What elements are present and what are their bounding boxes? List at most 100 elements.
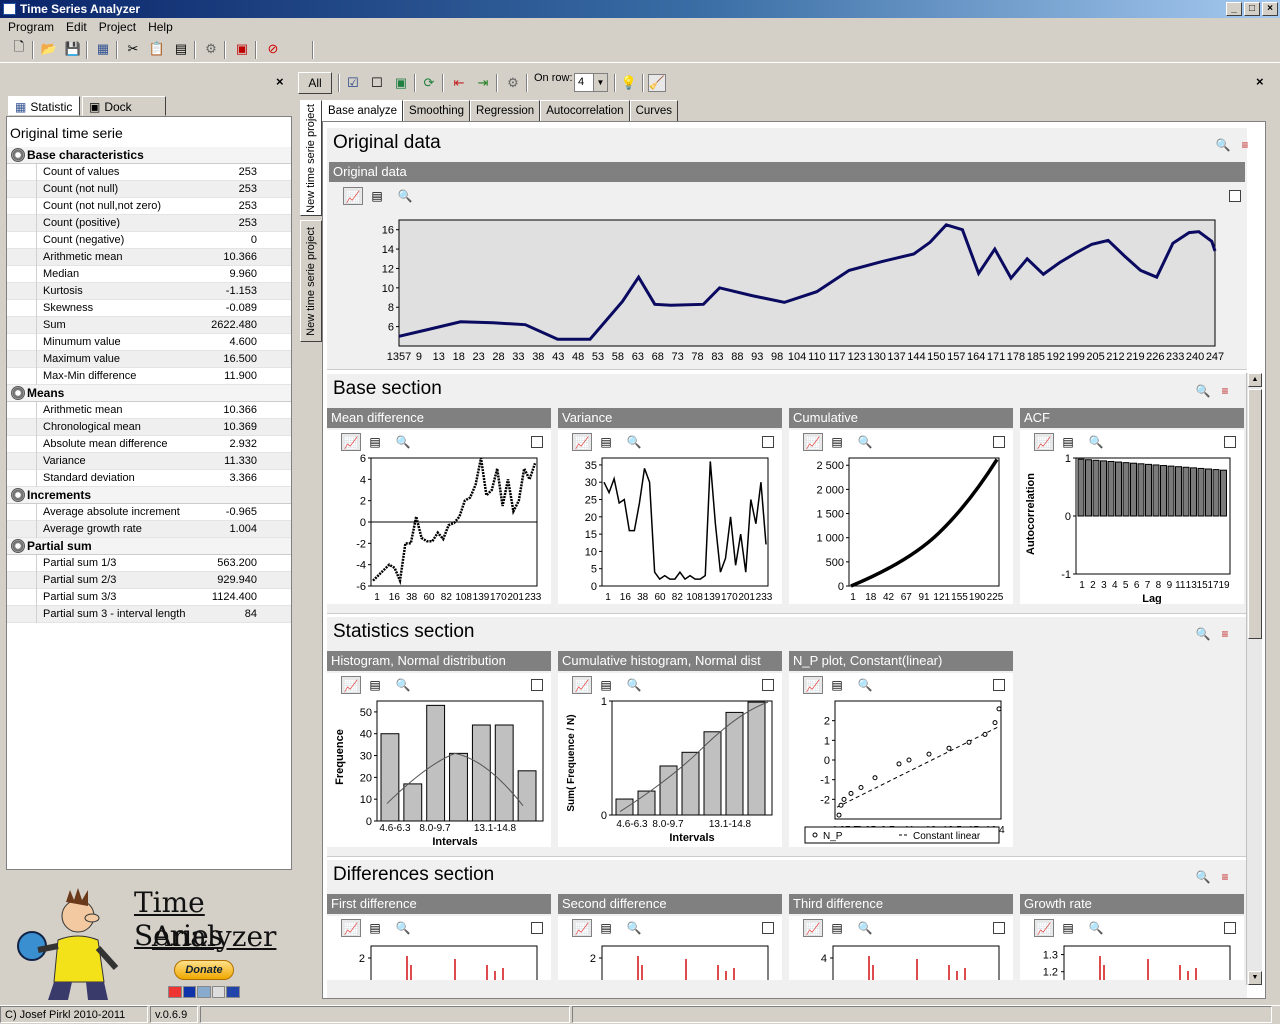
- all-button[interactable]: All: [298, 72, 332, 94]
- table-view-icon[interactable]: ▤: [827, 433, 847, 451]
- paste-icon[interactable]: ▤: [172, 40, 190, 58]
- scroll-thumb[interactable]: [1248, 389, 1262, 639]
- zoom-icon[interactable]: 🔍: [393, 433, 413, 451]
- section-menu-icon[interactable]: ≡: [1235, 136, 1255, 154]
- scroll-up-icon[interactable]: ▲: [1248, 373, 1262, 387]
- menu-program[interactable]: Program: [2, 18, 60, 36]
- new-file-icon[interactable]: 🗋: [10, 39, 28, 58]
- panel-checkbox[interactable]: [1224, 436, 1236, 448]
- cut-icon[interactable]: ✂: [124, 40, 142, 58]
- table-view-icon[interactable]: ▤: [596, 676, 616, 694]
- broom-icon[interactable]: 🧹: [648, 74, 666, 92]
- chevron-down-icon[interactable]: ▼: [593, 74, 607, 91]
- settings-icon[interactable]: ⚙: [504, 74, 522, 92]
- zoom-icon[interactable]: 🔍: [855, 919, 875, 937]
- table-view-icon[interactable]: ▤: [1058, 919, 1078, 937]
- tab-statistic[interactable]: ▦ Statistic: [8, 96, 80, 116]
- stat-section-header[interactable]: Base characteristics: [7, 147, 291, 164]
- scroll-down-icon[interactable]: ▼: [1248, 971, 1262, 985]
- chart-view-icon[interactable]: 📈: [341, 676, 361, 694]
- panel-checkbox[interactable]: [1229, 190, 1241, 202]
- uncheck-all-icon[interactable]: ☐: [368, 74, 386, 92]
- zoom-icon[interactable]: 🔍: [1086, 433, 1106, 451]
- panel-checkbox[interactable]: [762, 679, 774, 691]
- tab-dock-stack[interactable]: ▣ Dock stack: [82, 96, 166, 128]
- stat-section-header[interactable]: Partial sum: [7, 538, 291, 555]
- zoom-icon[interactable]: 🔍: [1193, 625, 1213, 643]
- table-view-icon[interactable]: ▤: [596, 919, 616, 937]
- table-view-icon[interactable]: ▤: [367, 187, 387, 205]
- stat-section-header[interactable]: Means: [7, 385, 291, 402]
- chart-view-icon[interactable]: 📈: [343, 187, 363, 205]
- table-view-icon[interactable]: ▤: [827, 919, 847, 937]
- close-left-panel-icon[interactable]: ×: [276, 74, 284, 89]
- chart-view-icon[interactable]: 📈: [341, 919, 361, 937]
- save-icon[interactable]: 💾: [64, 40, 82, 58]
- section-menu-icon[interactable]: ≡: [1215, 382, 1235, 400]
- stat-section-header[interactable]: Increments: [7, 487, 291, 504]
- vtab-project-1[interactable]: New time serie project: [300, 100, 322, 216]
- zoom-icon[interactable]: 🔍: [855, 676, 875, 694]
- chart-view-icon[interactable]: 📈: [572, 919, 592, 937]
- chart-view-icon[interactable]: 📈: [803, 433, 823, 451]
- check-all-icon[interactable]: ☑: [344, 74, 362, 92]
- chart-view-icon[interactable]: 📈: [803, 676, 823, 694]
- panel-checkbox[interactable]: [1224, 922, 1236, 934]
- section-menu-icon[interactable]: ≡: [1215, 625, 1235, 643]
- zoom-icon[interactable]: 🔍: [393, 676, 413, 694]
- content-scrollbar[interactable]: ▲ ▼: [1246, 373, 1262, 985]
- zoom-icon[interactable]: 🔍: [395, 187, 415, 205]
- zoom-icon[interactable]: 🔍: [624, 919, 644, 937]
- table-view-icon[interactable]: ▤: [365, 433, 385, 451]
- chart-view-icon[interactable]: 📈: [1034, 433, 1054, 451]
- panel-checkbox[interactable]: [531, 436, 543, 448]
- vtab-project-2[interactable]: New time serie project: [300, 220, 322, 342]
- zoom-icon[interactable]: 🔍: [1193, 382, 1213, 400]
- chart-view-icon[interactable]: 📈: [572, 433, 592, 451]
- menu-project[interactable]: Project: [93, 18, 142, 36]
- maximize-button[interactable]: □: [1244, 2, 1260, 16]
- section-menu-icon[interactable]: ≡: [1215, 868, 1235, 886]
- tab-regression[interactable]: Regression: [470, 100, 541, 122]
- panel-checkbox[interactable]: [762, 922, 774, 934]
- settings-icon[interactable]: ⚙: [202, 40, 220, 58]
- table-view-icon[interactable]: ▤: [596, 433, 616, 451]
- open-folder-icon[interactable]: 📂: [40, 40, 58, 58]
- zoom-icon[interactable]: 🔍: [1213, 136, 1233, 154]
- zoom-icon[interactable]: 🔍: [624, 433, 644, 451]
- zoom-icon[interactable]: 🔍: [1193, 868, 1213, 886]
- menu-help[interactable]: Help: [142, 18, 179, 36]
- panel-checkbox[interactable]: [762, 436, 774, 448]
- zoom-icon[interactable]: 🔍: [393, 919, 413, 937]
- menu-edit[interactable]: Edit: [60, 18, 93, 36]
- zoom-icon[interactable]: 🔍: [1086, 919, 1106, 937]
- table-view-icon[interactable]: ▤: [365, 919, 385, 937]
- pdf-export-icon[interactable]: ▣: [233, 40, 251, 58]
- close-analysis-icon[interactable]: ×: [1256, 74, 1264, 89]
- tab-base-analyze[interactable]: Base analyze: [322, 100, 404, 122]
- donate-button[interactable]: Donate: [174, 960, 234, 980]
- stop-icon[interactable]: ⊘: [264, 40, 282, 58]
- tab-autocorrelation[interactable]: Autocorrelation: [540, 100, 630, 122]
- minimize-button[interactable]: _: [1226, 2, 1242, 16]
- chart-view-icon[interactable]: 📈: [1034, 919, 1054, 937]
- invert-check-icon[interactable]: ▣: [392, 74, 410, 92]
- chart-view-icon[interactable]: 📈: [803, 919, 823, 937]
- panel-checkbox[interactable]: [531, 679, 543, 691]
- close-button[interactable]: ×: [1262, 2, 1278, 16]
- table-view-icon[interactable]: ▤: [827, 676, 847, 694]
- remove-row-icon[interactable]: ⇤: [450, 74, 468, 92]
- table-icon[interactable]: ▦: [94, 40, 112, 58]
- chart-view-icon[interactable]: 📈: [572, 676, 592, 694]
- panel-checkbox[interactable]: [531, 922, 543, 934]
- zoom-icon[interactable]: 🔍: [855, 433, 875, 451]
- refresh-icon[interactable]: ⟳: [420, 74, 438, 92]
- copy-icon[interactable]: 📋: [148, 40, 166, 58]
- panel-checkbox[interactable]: [993, 922, 1005, 934]
- chart-view-icon[interactable]: 📈: [341, 433, 361, 451]
- add-row-icon[interactable]: ⇥: [474, 74, 492, 92]
- table-view-icon[interactable]: ▤: [365, 676, 385, 694]
- panel-checkbox[interactable]: [993, 679, 1005, 691]
- table-view-icon[interactable]: ▤: [1058, 433, 1078, 451]
- tab-smoothing[interactable]: Smoothing: [403, 100, 471, 122]
